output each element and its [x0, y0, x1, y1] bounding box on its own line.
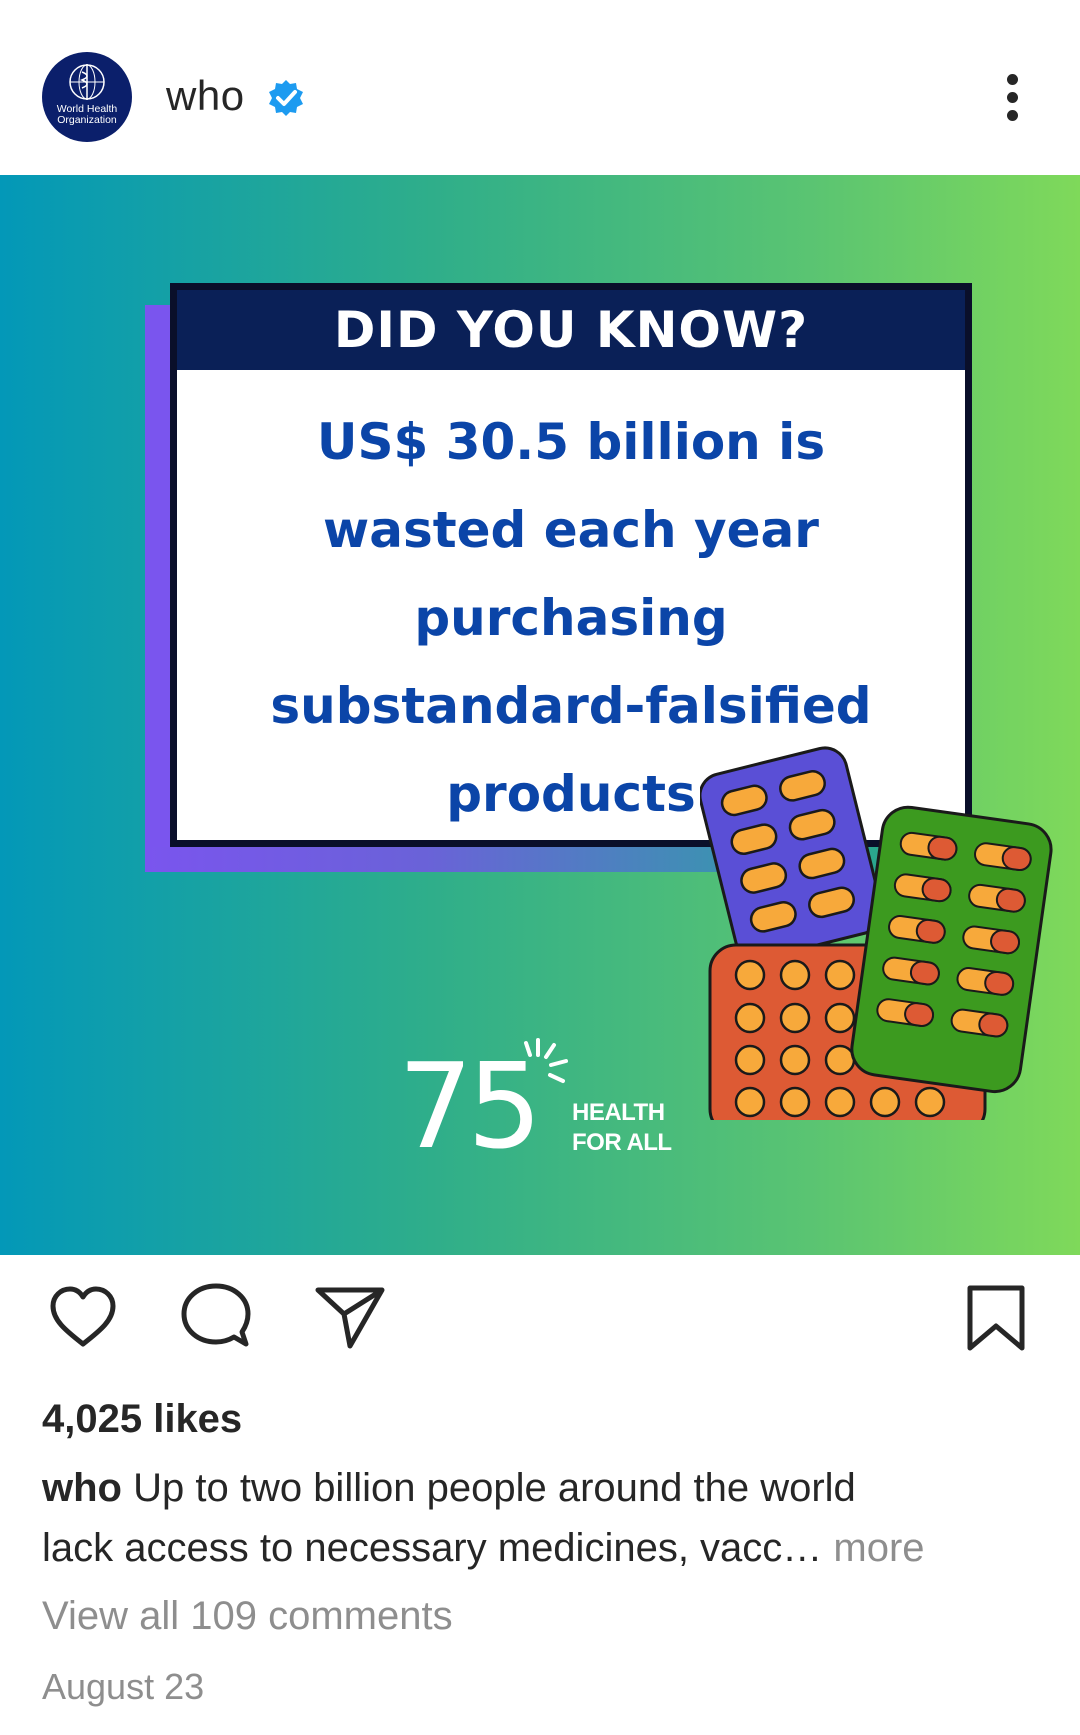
more-options-icon[interactable]	[998, 70, 1028, 126]
caption-more-link[interactable]: more	[833, 1526, 924, 1570]
comment-icon[interactable]	[178, 1280, 254, 1356]
caption: who Up to two billion people around the …	[42, 1458, 1042, 1578]
post-date: August 23	[42, 1666, 205, 1707]
green-pill-pack	[850, 805, 1053, 1094]
pill-packs-illustration	[700, 746, 1053, 1120]
post-actions	[0, 1255, 1080, 1355]
avatar[interactable]: World Health Organization	[42, 52, 132, 142]
share-icon[interactable]	[312, 1280, 388, 1356]
view-comments-link[interactable]: View all 109 comments	[42, 1594, 453, 1639]
verified-badge-icon	[269, 80, 303, 116]
caption-text-line2: lack access to necessary medicines, vacc…	[42, 1526, 823, 1570]
post-header: World Health Organization who	[0, 0, 1080, 175]
bookmark-icon[interactable]	[958, 1280, 1034, 1356]
purple-pill-pack	[700, 746, 884, 961]
who-emblem-icon	[69, 64, 105, 100]
avatar-org-name: World Health Organization	[56, 103, 118, 126]
likes-count[interactable]: 4,025 likes	[42, 1397, 242, 1442]
caption-text-line1: Up to two billion people around the worl…	[133, 1466, 856, 1510]
caption-username[interactable]: who	[42, 1466, 122, 1510]
health-for-all-tag: HEALTH FOR ALL	[572, 1099, 672, 1156]
card-title: DID YOU KNOW?	[177, 290, 965, 370]
post-image[interactable]: DID YOU KNOW? US$ 30.5 billion is wasted…	[0, 175, 1080, 1255]
username[interactable]: who	[166, 72, 245, 120]
svg-text:75: 75	[398, 1037, 536, 1155]
heart-icon[interactable]	[45, 1280, 121, 1356]
card-shadow	[145, 305, 173, 870]
